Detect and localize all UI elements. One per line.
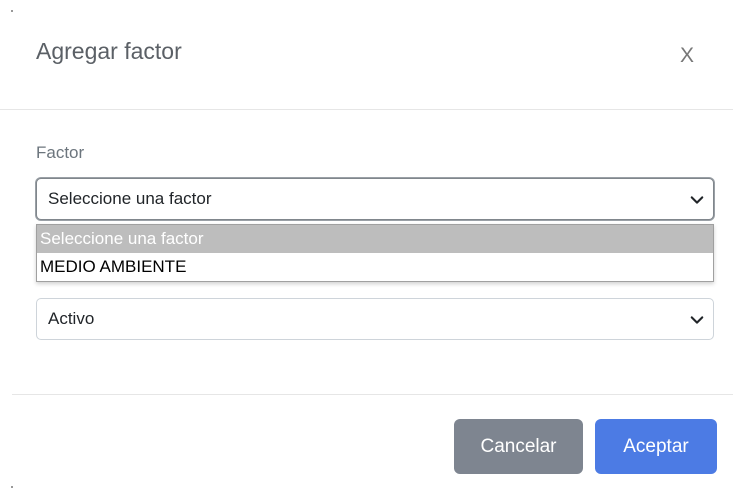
modal-header: Agregar factor X <box>0 0 733 110</box>
factor-dropdown-list: Seleccione una factor MEDIO AMBIENTE <box>36 224 714 282</box>
chevron-down-icon <box>690 316 704 324</box>
accept-button[interactable]: Aceptar <box>595 419 717 474</box>
status-select-value: Activo <box>48 309 95 328</box>
close-button[interactable]: X <box>680 44 694 68</box>
factor-select[interactable]: Seleccione una factor <box>36 178 714 220</box>
corner-artifact <box>11 486 13 488</box>
modal-title: Agregar factor <box>36 38 182 64</box>
factor-label: Factor <box>36 143 85 162</box>
chevron-down-icon <box>690 196 704 204</box>
dropdown-option[interactable]: MEDIO AMBIENTE <box>37 253 713 281</box>
dropdown-option[interactable]: Seleccione una factor <box>37 225 713 253</box>
add-factor-modal: Agregar factor X Factor Seleccione una f… <box>0 0 733 495</box>
cancel-button[interactable]: Cancelar <box>454 419 583 474</box>
factor-select-value: Seleccione una factor <box>48 189 212 208</box>
status-select[interactable]: Activo <box>36 298 714 340</box>
footer-divider <box>12 394 733 395</box>
